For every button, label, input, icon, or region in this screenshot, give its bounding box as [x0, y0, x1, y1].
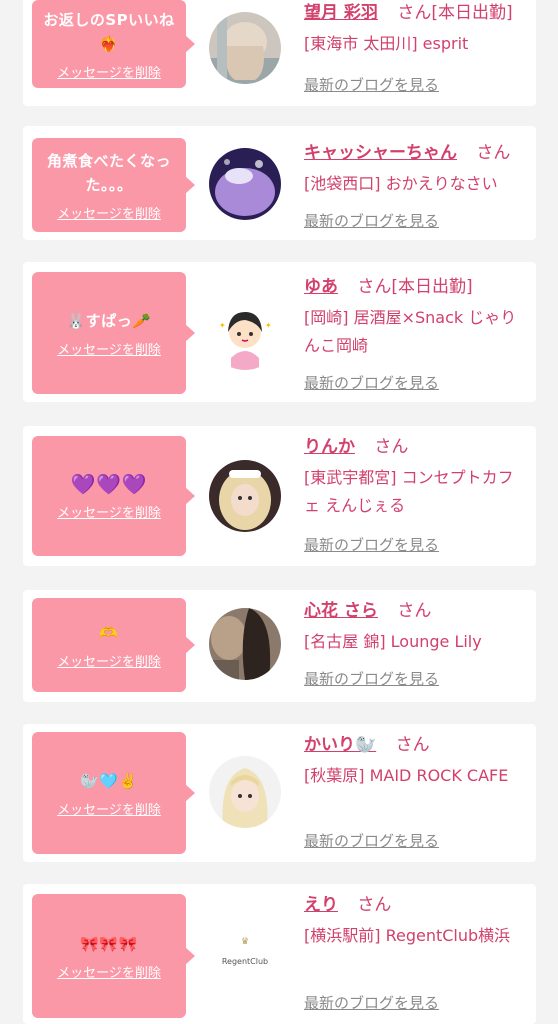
- delete-message-link[interactable]: メッセージを削除: [57, 203, 161, 222]
- list-item: 🫶 メッセージを削除 心花 さら さん [名古屋 錦] Lounge Lily …: [23, 590, 536, 702]
- hair-photo-icon: [209, 12, 281, 84]
- latest-blog-link[interactable]: 最新のブログを見る: [304, 830, 439, 851]
- list-item: 🦭🩵✌️ メッセージを削除 かいり🦭 さん [秋葉原] MAID ROCK CA…: [23, 724, 536, 862]
- entry-info: かいり🦭 さん [秋葉原] MAID ROCK CAFE: [304, 732, 524, 790]
- avatar[interactable]: ♛ RegentClub: [209, 922, 281, 994]
- message-bubble: 🦭🩵✌️ メッセージを削除: [32, 732, 195, 854]
- svg-text:✦: ✦: [219, 321, 226, 330]
- entry-info: 望月 彩羽 さん[本日出勤] [東海市 太田川] esprit: [304, 0, 524, 58]
- status-badge: [本日出勤]: [431, 3, 513, 23]
- avatar[interactable]: [209, 12, 281, 84]
- honorific: さん: [476, 143, 511, 163]
- delete-message-link[interactable]: メッセージを削除: [57, 651, 161, 670]
- latest-blog-link[interactable]: 最新のブログを見る: [304, 534, 439, 555]
- list-item: 💜💜💜 メッセージを削除 りんか さん [東武宇都宮] コンセプトカフェ えんじ…: [23, 426, 536, 566]
- message-text: 角煮食べたくなった。。。: [46, 151, 171, 194]
- message-bubble: 🫶 メッセージを削除: [32, 598, 195, 692]
- latest-blog-link[interactable]: 最新のブログを見る: [304, 992, 439, 1013]
- honorific: さん: [374, 437, 409, 457]
- regent-club-logo-icon: ♛ RegentClub: [209, 922, 281, 994]
- message-bubble: 🐰すぱっ🥕 メッセージを削除: [32, 272, 195, 394]
- user-name-link[interactable]: かいり🦭: [304, 735, 376, 755]
- delete-message-link[interactable]: メッセージを削除: [57, 62, 161, 81]
- message-text: 💜💜💜: [70, 471, 148, 496]
- entry-info: キャッシャーちゃん さん [池袋西口] おかえりなさい: [304, 140, 524, 198]
- list-item: 角煮食べたくなった。。。 メッセージを削除 キャッシャーちゃん さん [池袋西口…: [23, 126, 536, 240]
- user-name-link[interactable]: ゆあ: [304, 277, 338, 297]
- honorific: さん: [357, 277, 392, 297]
- avatar[interactable]: [209, 460, 281, 532]
- user-name-link[interactable]: 望月 彩羽: [304, 3, 378, 23]
- user-name-link[interactable]: りんか: [304, 437, 355, 457]
- shop-name: [横浜駅前] RegentClub横浜: [304, 926, 511, 945]
- message-text: 🫶: [99, 623, 119, 642]
- latest-blog-link[interactable]: 最新のブログを見る: [304, 210, 439, 231]
- delete-message-link[interactable]: メッセージを削除: [57, 962, 161, 981]
- message-bubble: お返しのSPいいね❤️‍🔥 メッセージを削除: [32, 0, 195, 88]
- list-item: 🎀🎀🎀 メッセージを削除 ♛ RegentClub えり さん [横浜駅前] R…: [23, 884, 536, 1024]
- dark-hair-photo-icon: [209, 608, 281, 680]
- message-text: 🦭🩵✌️: [80, 771, 138, 790]
- entry-info: ゆあ さん[本日出勤] [岡崎] 居酒屋×Snack じゃりんこ岡崎: [304, 274, 524, 360]
- delete-message-link[interactable]: メッセージを削除: [57, 799, 161, 818]
- latest-blog-link[interactable]: 最新のブログを見る: [304, 668, 439, 689]
- delete-message-link[interactable]: メッセージを削除: [57, 339, 161, 358]
- avatar[interactable]: [209, 608, 281, 680]
- user-name-link[interactable]: 心花 さら: [304, 601, 378, 621]
- svg-text:✦: ✦: [265, 321, 272, 330]
- entry-info: えり さん [横浜駅前] RegentClub横浜: [304, 892, 524, 950]
- delete-message-link[interactable]: メッセージを削除: [57, 502, 161, 521]
- purple-drink-photo-icon: [209, 148, 281, 220]
- avatar[interactable]: [209, 148, 281, 220]
- blonde-girl-photo-icon: [209, 460, 281, 532]
- honorific: さん: [395, 735, 430, 755]
- svg-text:RegentClub: RegentClub: [222, 957, 268, 966]
- list-item: 🐰すぱっ🥕 メッセージを削除 ✦ ✦ ゆあ さん[本日出勤] [岡崎] 居酒屋×…: [23, 262, 536, 402]
- blonde-bangs-photo-icon: [209, 756, 281, 828]
- message-text: 🐰すぱっ🥕: [66, 311, 152, 330]
- cartoon-girl-icon: ✦ ✦: [209, 298, 281, 370]
- shop-name: [池袋西口] おかえりなさい: [304, 174, 498, 193]
- shop-name: [東武宇都宮] コンセプトカフェ えんじぇる: [304, 468, 514, 515]
- honorific: さん: [397, 3, 432, 23]
- message-bubble: 🎀🎀🎀 メッセージを削除: [32, 894, 195, 1018]
- message-text: 🎀🎀🎀: [80, 934, 138, 953]
- honorific: さん: [397, 601, 432, 621]
- avatar[interactable]: ✦ ✦: [209, 298, 281, 370]
- avatar[interactable]: [209, 756, 281, 828]
- latest-blog-link[interactable]: 最新のブログを見る: [304, 74, 439, 95]
- entry-info: りんか さん [東武宇都宮] コンセプトカフェ えんじぇる: [304, 434, 524, 520]
- user-name-link[interactable]: キャッシャーちゃん: [304, 143, 457, 163]
- message-text: お返しのSPいいね❤️‍🔥: [43, 10, 175, 53]
- list-item: お返しのSPいいね❤️‍🔥 メッセージを削除 望月 彩羽 さん[本日出勤] [東…: [23, 0, 536, 106]
- svg-text:♛: ♛: [241, 937, 249, 947]
- latest-blog-link[interactable]: 最新のブログを見る: [304, 372, 439, 393]
- honorific: さん: [357, 895, 392, 915]
- entry-info: 心花 さら さん [名古屋 錦] Lounge Lily: [304, 598, 524, 656]
- shop-name: [秋葉原] MAID ROCK CAFE: [304, 766, 509, 785]
- message-bubble: 角煮食べたくなった。。。 メッセージを削除: [32, 138, 195, 232]
- message-bubble: 💜💜💜 メッセージを削除: [32, 436, 195, 556]
- shop-name: [名古屋 錦] Lounge Lily: [304, 632, 482, 651]
- user-name-link[interactable]: えり: [304, 895, 338, 915]
- shop-name: [東海市 太田川] esprit: [304, 34, 469, 53]
- status-badge: [本日出勤]: [391, 277, 473, 297]
- shop-name: [岡崎] 居酒屋×Snack じゃりんこ岡崎: [304, 308, 517, 355]
